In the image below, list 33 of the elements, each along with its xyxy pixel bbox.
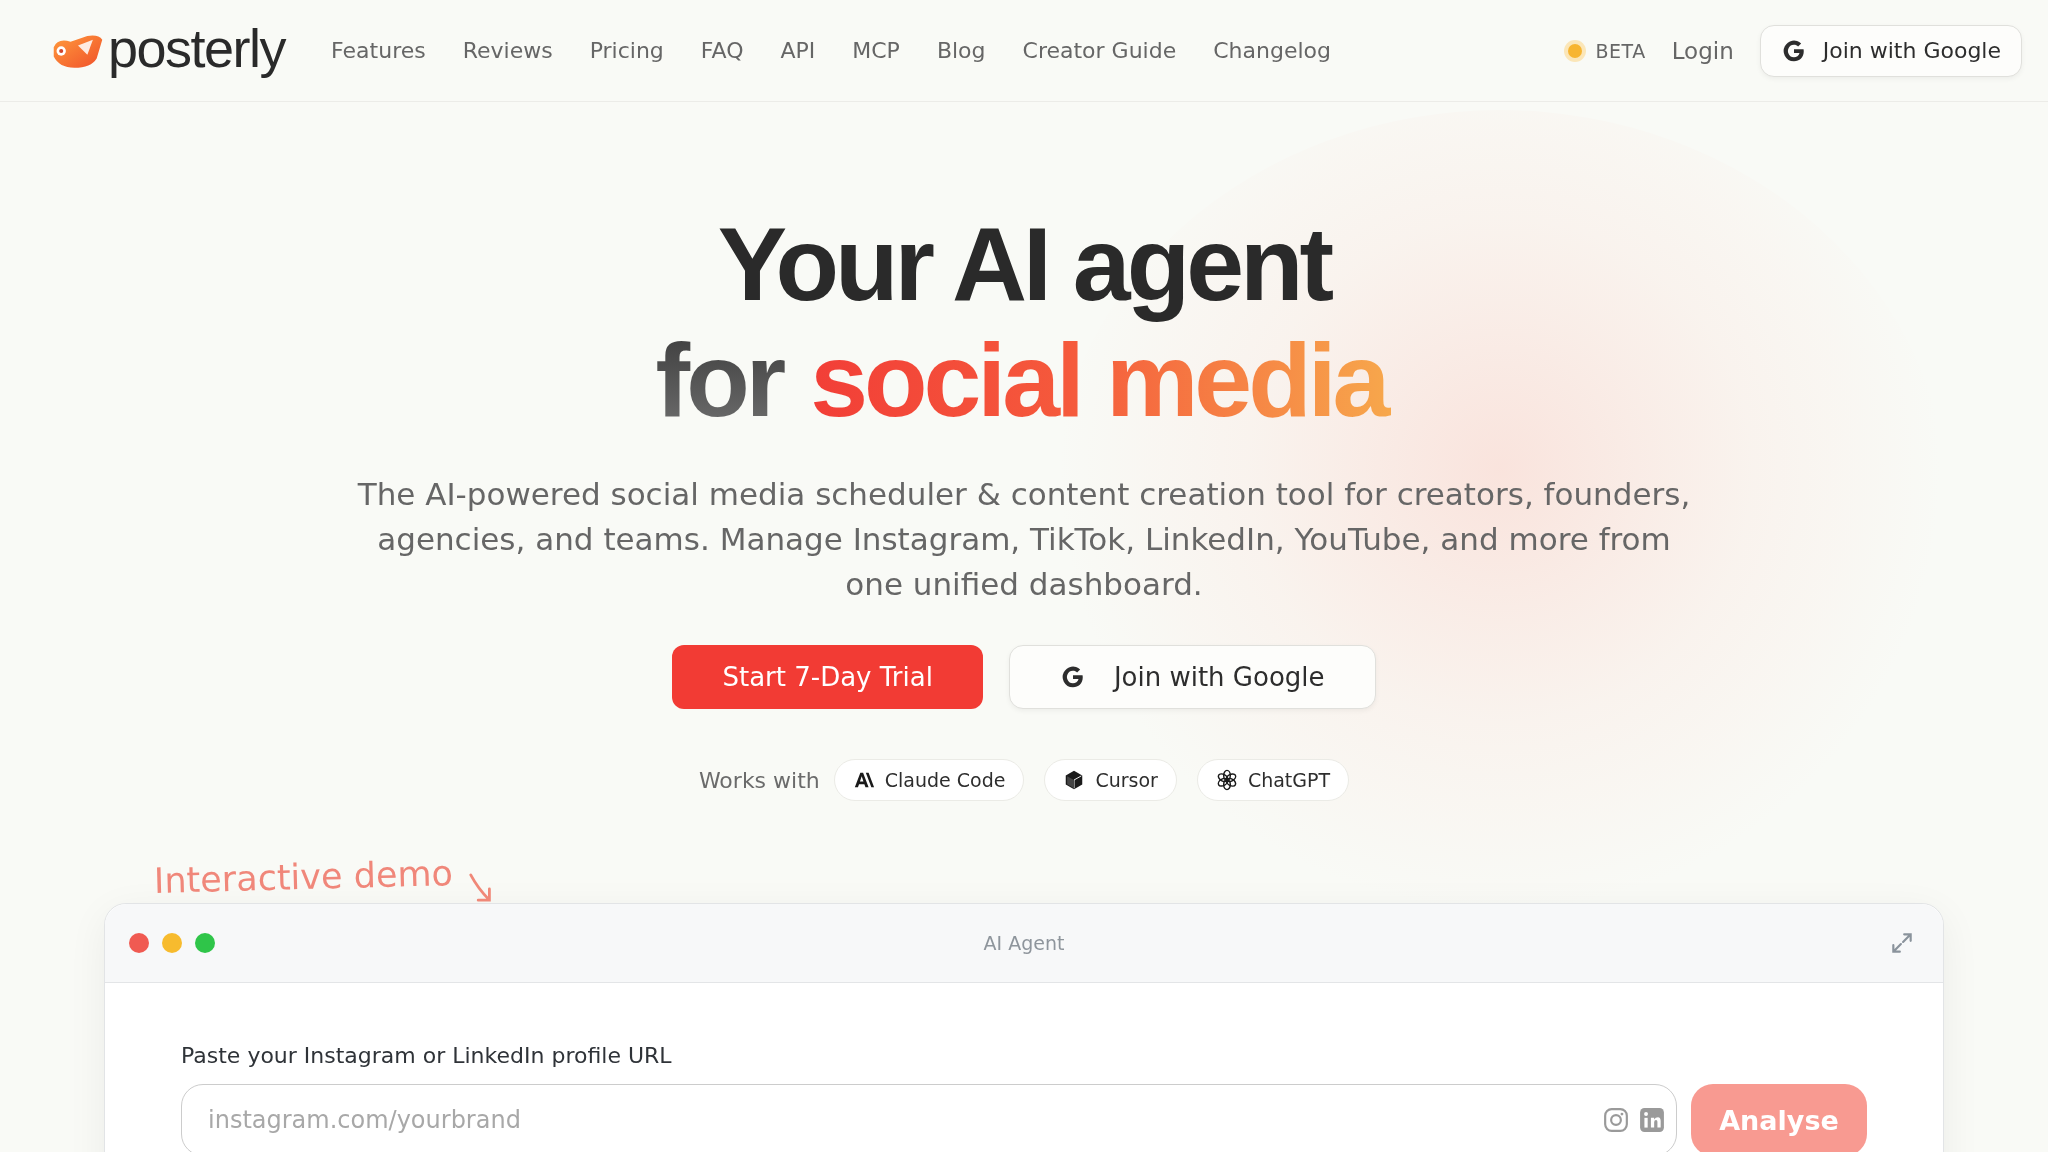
integration-chip[interactable]: ChatGPT <box>1196 759 1350 801</box>
start-trial-button[interactable]: Start 7-Day Trial <box>672 645 983 709</box>
login-link[interactable]: Login <box>1671 37 1734 64</box>
headline-text: Your AI agent <box>716 206 1332 322</box>
status-dot <box>1567 43 1582 58</box>
instagram-icon <box>1603 1107 1629 1133</box>
demo-caption: Interactive demo <box>153 856 454 899</box>
expand-icon[interactable] <box>1889 930 1915 956</box>
beta-label: BETA <box>1595 39 1646 62</box>
nav-link[interactable]: Features <box>331 38 426 63</box>
profile-url-field[interactable]: instagram.com/yourbrand <box>181 1084 1677 1152</box>
flower-knot-icon <box>1215 769 1238 791</box>
join-with-google-button[interactable]: Join with Google <box>1008 645 1376 709</box>
nav-link[interactable]: Pricing <box>589 38 664 63</box>
minimize-dot[interactable] <box>162 933 182 953</box>
nav-link[interactable]: Creator Guide <box>1022 38 1177 63</box>
close-dot[interactable] <box>129 933 149 953</box>
join-with-google-button[interactable]: Join with Google <box>1759 24 2022 77</box>
integration-chip[interactable]: Claude Code <box>833 759 1025 801</box>
nav-link[interactable]: API <box>780 38 816 63</box>
works-with-label: Works with <box>698 767 820 793</box>
nav-link[interactable]: FAQ <box>700 38 744 63</box>
nav-link[interactable]: Changelog <box>1213 38 1331 63</box>
linkedin-icon <box>1639 1107 1665 1133</box>
maximize-dot[interactable] <box>195 933 215 953</box>
window-title: AI Agent <box>983 932 1065 954</box>
posterly-logo[interactable]: posterly <box>50 20 286 81</box>
nav-link[interactable]: Reviews <box>462 38 553 63</box>
field-label: Paste your Instagram or LinkedIn profile URL <box>181 1043 673 1068</box>
nav-link[interactable]: Blog <box>936 38 986 63</box>
nav-link[interactable]: MCP <box>852 38 900 63</box>
integration-chip[interactable]: Cursor <box>1044 759 1177 801</box>
hero-subtitle: The AI-powered social media scheduler & content creation tool for creators, founders, agencies, and teams. Manage Instagram, TikTok, LinkedIn, YouTube, and more from one unified dashboard. <box>356 475 1692 604</box>
